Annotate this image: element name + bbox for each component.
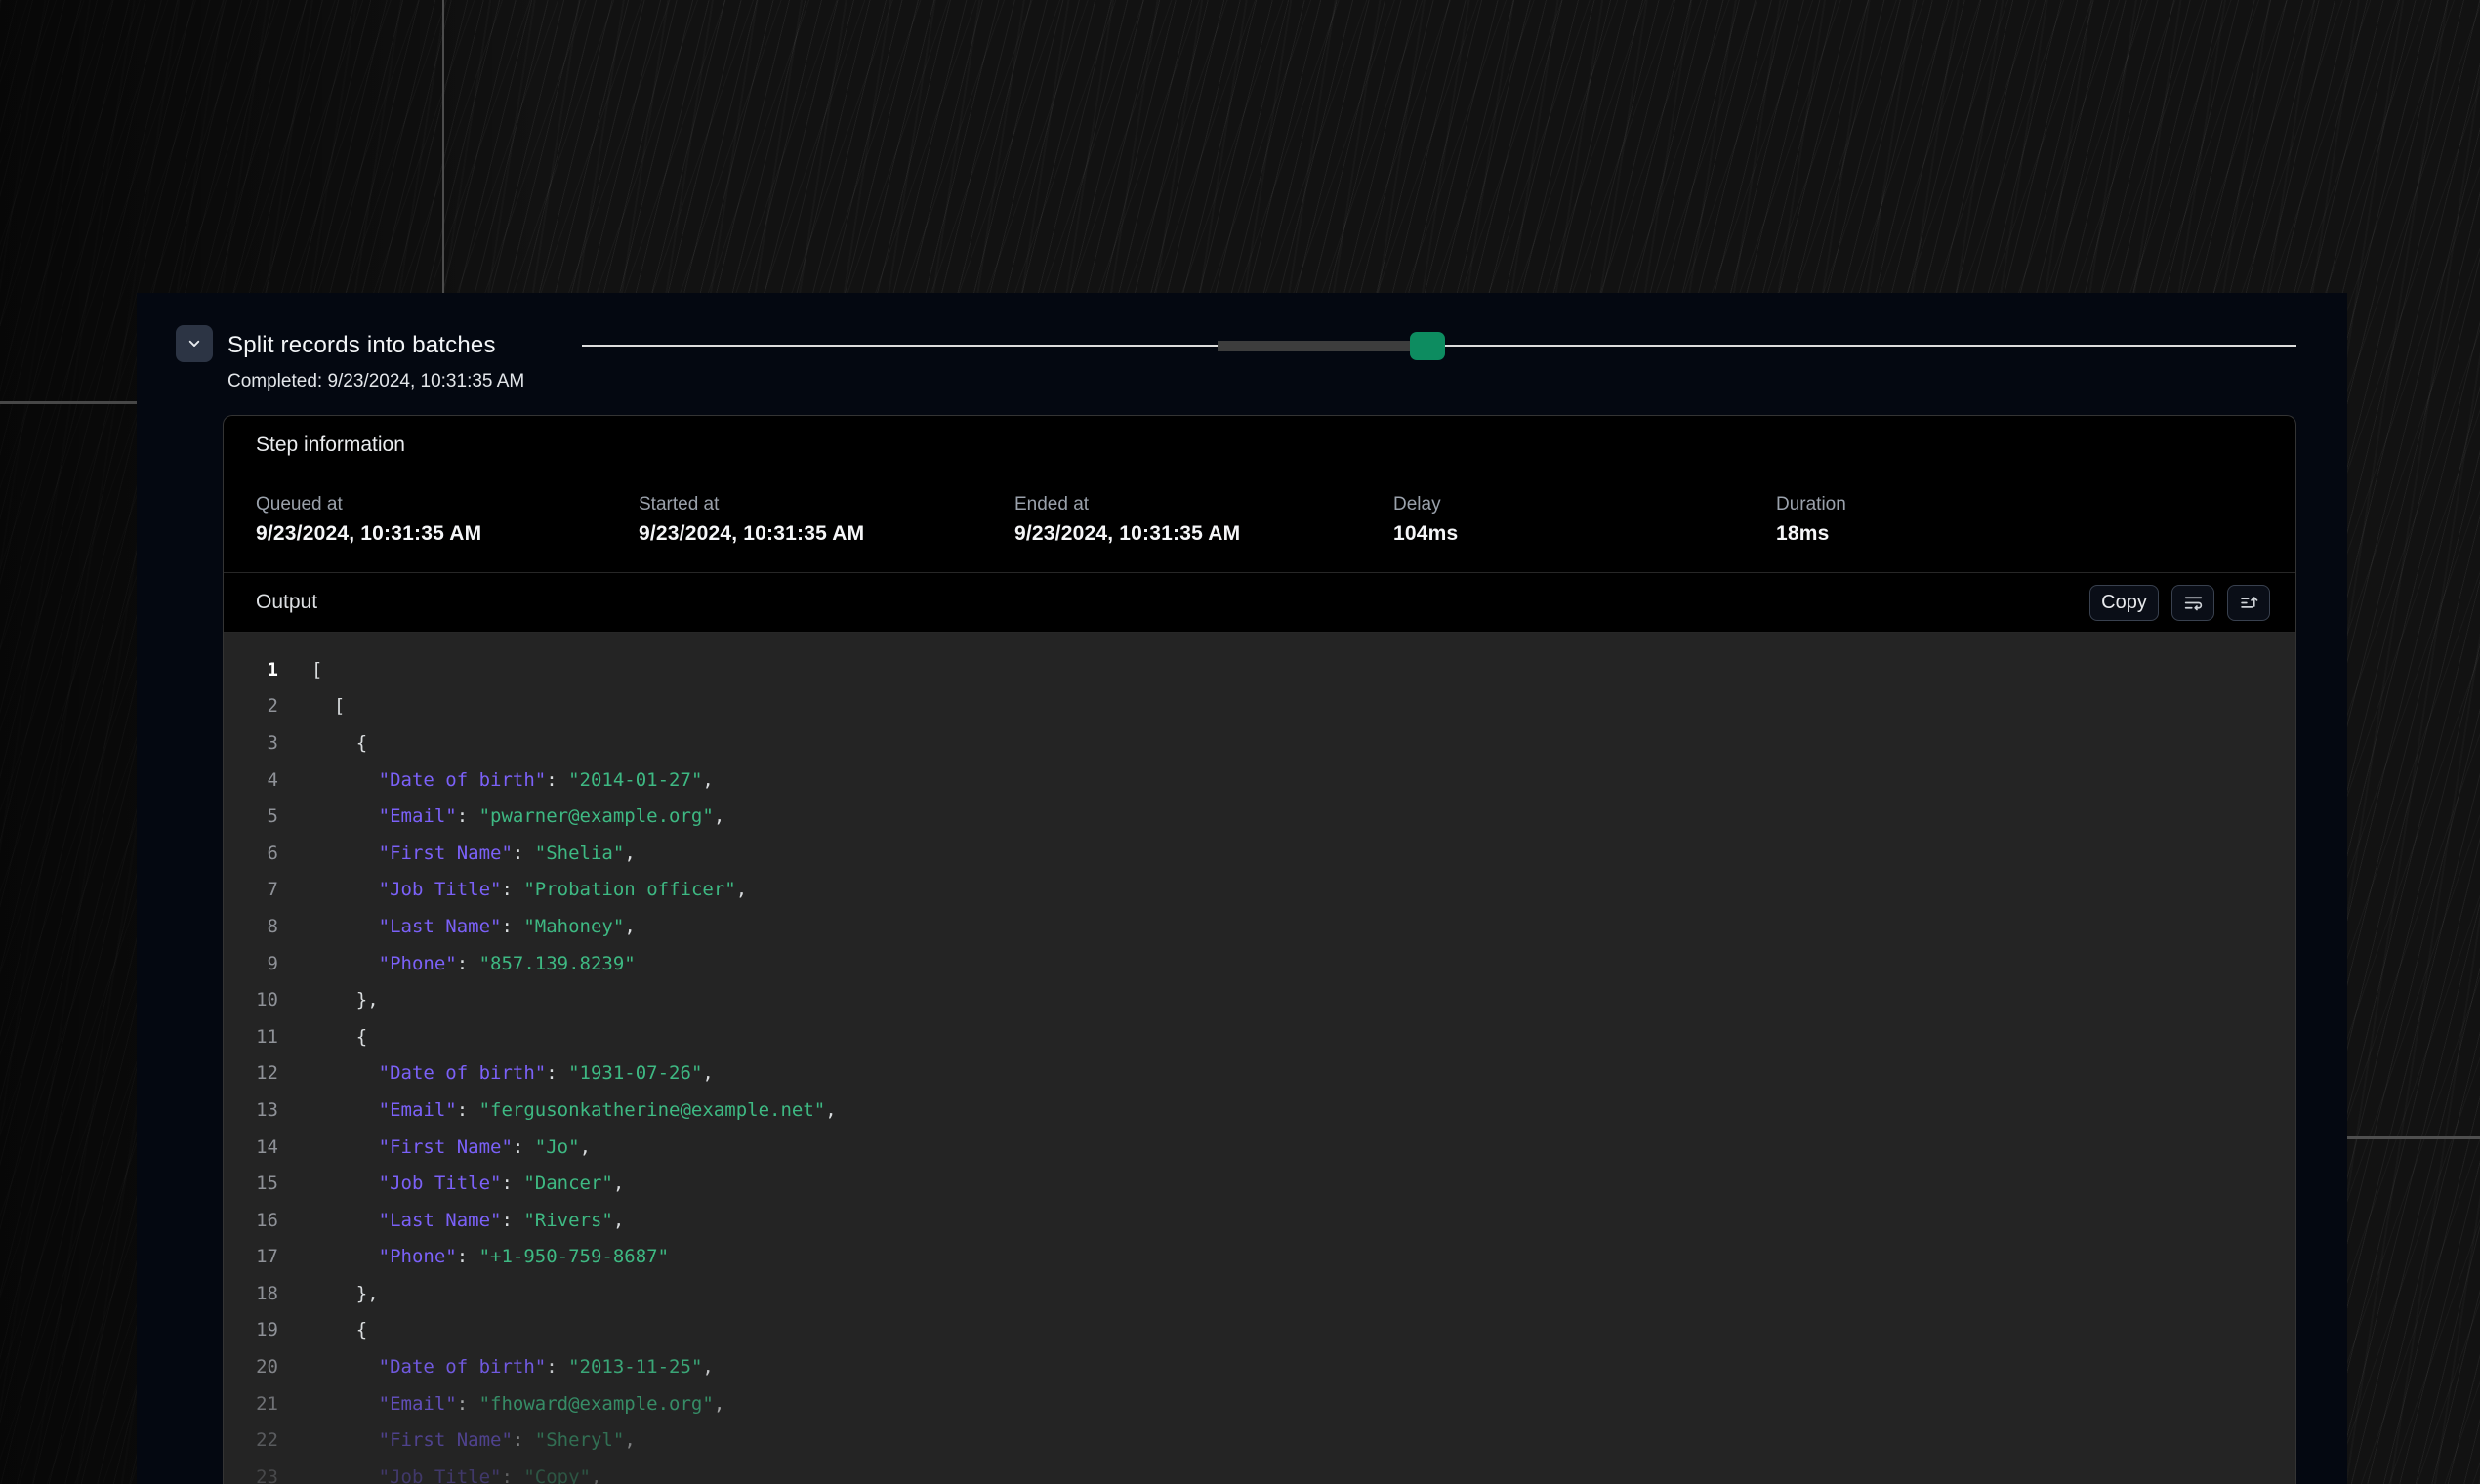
meta-value: 104ms [1393,522,1776,546]
line-number: 9 [233,953,278,974]
card-header-title: Step information [256,433,405,457]
line-number: 15 [233,1173,278,1194]
line-number: 1 [233,659,278,680]
card-header: Step information [224,416,2295,474]
line-number: 10 [233,989,278,1010]
code-line: 16"Last Name": "Rivers", [224,1202,2295,1239]
line-number: 22 [233,1429,278,1451]
line-number: 2 [233,695,278,717]
step-metadata-row: Queued at 9/23/2024, 10:31:35 AM Started… [224,474,2295,573]
code-line: 18}, [224,1275,2295,1312]
code-line: 11{ [224,1018,2295,1055]
timeline-queued-track [1218,341,1413,351]
line-number: 4 [233,769,278,791]
code-line: 21"Email": "fhoward@example.org", [224,1385,2295,1422]
code-line: 12"Date of birth": "1931-07-26", [224,1055,2295,1092]
line-number: 23 [233,1466,278,1484]
code-line: 22"First Name": "Sheryl", [224,1422,2295,1459]
background-vertical-line [442,0,444,294]
code-line: 14"First Name": "Jo", [224,1129,2295,1166]
line-number: 21 [233,1393,278,1415]
code-line: 15"Job Title": "Dancer", [224,1165,2295,1202]
chevron-down-icon [186,335,203,352]
meta-value: 9/23/2024, 10:31:35 AM [1014,522,1393,546]
output-actions: Copy [2089,585,2270,621]
step-detail-panel: Split records into batches Completed: 9/… [137,293,2347,1484]
code-line: 10}, [224,981,2295,1018]
timeline-marker-completed[interactable] [1410,332,1445,360]
meta-value: 9/23/2024, 10:31:35 AM [639,522,1014,546]
code-line: 19{ [224,1312,2295,1349]
code-line: 8"Last Name": "Mahoney", [224,908,2295,945]
code-line: 5"Email": "pwarner@example.org", [224,798,2295,835]
meta-label: Ended at [1014,494,1393,515]
line-number: 20 [233,1356,278,1378]
copy-output-button[interactable]: Copy [2089,585,2159,621]
meta-label: Delay [1393,494,1776,515]
line-number: 17 [233,1246,278,1267]
line-number: 7 [233,879,278,900]
line-number: 3 [233,732,278,754]
line-number: 13 [233,1099,278,1121]
line-number: 12 [233,1062,278,1084]
code-line: 4"Date of birth": "2014-01-27", [224,762,2295,799]
code-line: 23"Job Title": "Copy", [224,1459,2295,1484]
meta-value: 9/23/2024, 10:31:35 AM [256,522,639,546]
line-number: 5 [233,805,278,827]
code-line: 9"Phone": "857.139.8239" [224,945,2295,982]
meta-duration: Duration 18ms [1776,494,2295,572]
background-horizontal-line-right [2347,1136,2480,1139]
code-line: 13"Email": "fergusonkatherine@example.ne… [224,1092,2295,1129]
line-number: 6 [233,843,278,864]
line-number: 18 [233,1283,278,1304]
meta-label: Duration [1776,494,2295,515]
line-number: 19 [233,1319,278,1340]
step-status: Completed: 9/23/2024, 10:31:35 AM [227,371,524,392]
step-title: Split records into batches [227,332,496,359]
meta-label: Queued at [256,494,639,515]
output-code-block[interactable]: 1[2[3{4"Date of birth": "2014-01-27",5"E… [224,633,2295,1484]
background-horizontal-line-left [0,401,138,404]
wrap-text-button[interactable] [2171,585,2214,621]
meta-delay: Delay 104ms [1393,494,1776,572]
scroll-to-top-icon [2239,593,2259,613]
line-number: 11 [233,1026,278,1048]
wrap-text-icon [2183,593,2204,613]
output-title: Output [256,591,317,614]
code-line: 6"First Name": "Shelia", [224,835,2295,872]
line-number: 8 [233,916,278,937]
code-line: 17"Phone": "+1-950-759-8687" [224,1239,2295,1276]
code-line: 7"Job Title": "Probation officer", [224,872,2295,909]
scroll-to-top-button[interactable] [2227,585,2270,621]
code-line: 3{ [224,724,2295,762]
code-line: 20"Date of birth": "2013-11-25", [224,1348,2295,1385]
meta-queued-at: Queued at 9/23/2024, 10:31:35 AM [256,494,639,572]
meta-value: 18ms [1776,522,2295,546]
output-header: Output Copy [224,573,2295,633]
code-line: 1[ [224,651,2295,688]
line-number: 14 [233,1136,278,1158]
meta-started-at: Started at 9/23/2024, 10:31:35 AM [639,494,1014,572]
collapse-step-button[interactable] [176,325,213,362]
code-line: 2[ [224,688,2295,725]
step-timeline[interactable] [582,332,2296,361]
line-number: 16 [233,1210,278,1231]
meta-label: Started at [639,494,1014,515]
step-information-card: Step information Queued at 9/23/2024, 10… [223,415,2296,1484]
meta-ended-at: Ended at 9/23/2024, 10:31:35 AM [1014,494,1393,572]
